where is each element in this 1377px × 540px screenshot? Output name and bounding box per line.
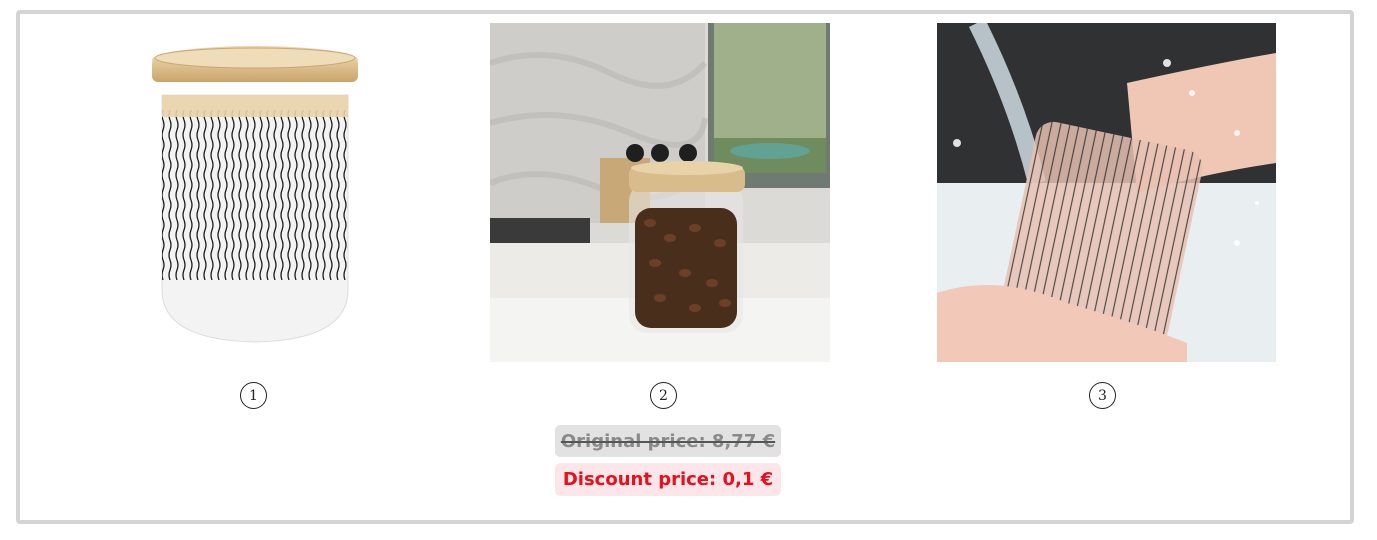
original-price: Original price: 8,77 € [555,425,781,457]
discount-price: Discount price: 0,1 € [555,463,781,496]
product-image-3[interactable] [937,23,1276,362]
product-image-1[interactable] [140,40,370,350]
step-badge-3: 3 [1089,382,1116,409]
step-badge-2: 2 [650,382,677,409]
product-image-2[interactable] [490,23,830,362]
step-badge-1: 1 [240,382,267,409]
